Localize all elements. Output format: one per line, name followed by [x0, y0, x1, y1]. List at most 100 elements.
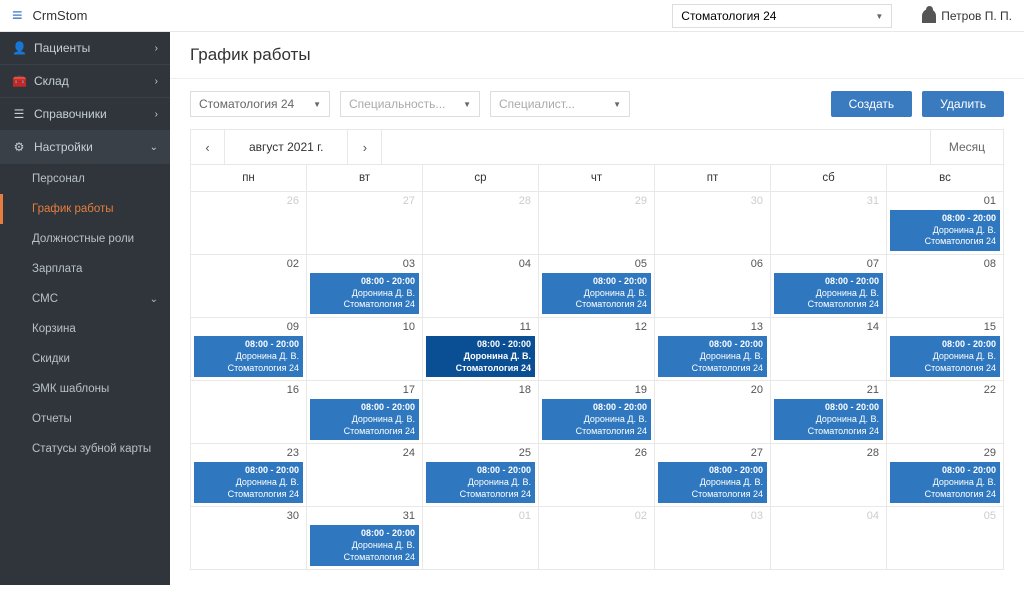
cal-cell[interactable]: 08	[887, 255, 1003, 318]
filter-specialist-select[interactable]: Специалист...	[490, 91, 630, 117]
cal-cell[interactable]: 03	[655, 507, 771, 570]
cal-event[interactable]: 08:00 - 20:00Доронина Д. В.Стоматология …	[310, 525, 419, 566]
sidebar-item-patients[interactable]: 👤 Пациенты ›	[0, 32, 170, 65]
cal-cell[interactable]: 02	[191, 255, 307, 318]
cal-day-number: 03	[310, 258, 419, 272]
cal-cell[interactable]: 30	[655, 192, 771, 255]
cal-cell[interactable]: 0908:00 - 20:00Доронина Д. В.Стоматологи…	[191, 318, 307, 381]
cal-cell[interactable]: 24	[307, 444, 423, 507]
cal-day-number: 27	[310, 195, 419, 209]
cal-cell[interactable]: 2708:00 - 20:00Доронина Д. В.Стоматологи…	[655, 444, 771, 507]
cal-cell[interactable]: 1308:00 - 20:00Доронина Д. В.Стоматологи…	[655, 318, 771, 381]
filter-speciality-select[interactable]: Специальность...	[340, 91, 480, 117]
cal-day-number: 07	[774, 258, 883, 272]
cal-event[interactable]: 08:00 - 20:00Доронина Д. В.Стоматология …	[194, 336, 303, 377]
cal-cell[interactable]: 0708:00 - 20:00Доронина Д. В.Стоматологи…	[771, 255, 887, 318]
cal-event[interactable]: 08:00 - 20:00Доронина Д. В.Стоматология …	[890, 210, 1000, 251]
sidebar-sub-roles[interactable]: Должностные роли	[0, 224, 170, 254]
cal-cell[interactable]: 29	[539, 192, 655, 255]
cal-cell[interactable]: 1908:00 - 20:00Доронина Д. В.Стоматологи…	[539, 381, 655, 444]
cal-cell[interactable]: 01	[423, 507, 539, 570]
sidebar-item-directories[interactable]: ☰ Справочники ›	[0, 98, 170, 131]
cal-view-tab-month[interactable]: Месяц	[930, 130, 1003, 164]
cal-event[interactable]: 08:00 - 20:00Доронина Д. В.Стоматология …	[774, 273, 883, 314]
cal-cell[interactable]: 12	[539, 318, 655, 381]
sidebar-sub-schedule[interactable]: График работы	[0, 194, 170, 224]
menu-toggle-icon[interactable]: ≡	[12, 5, 23, 26]
cal-cell[interactable]: 14	[771, 318, 887, 381]
cal-cell[interactable]: 1508:00 - 20:00Доронина Д. В.Стоматологи…	[887, 318, 1003, 381]
cal-cell[interactable]: 02	[539, 507, 655, 570]
cal-cell[interactable]: 0108:00 - 20:00Доронина Д. В.Стоматологи…	[887, 192, 1003, 255]
filter-branch-select[interactable]: Стоматология 24	[190, 91, 330, 117]
cal-event[interactable]: 08:00 - 20:00Доронина Д. В.Стоматология …	[890, 462, 1000, 503]
cal-month-label: август 2021 г.	[225, 130, 348, 164]
cal-weekday: вс	[887, 165, 1003, 191]
cal-cell[interactable]: 28	[423, 192, 539, 255]
create-button[interactable]: Создать	[831, 91, 913, 117]
cal-next-button[interactable]: ›	[348, 130, 382, 164]
cal-cell[interactable]: 2908:00 - 20:00Доронина Д. В.Стоматологи…	[887, 444, 1003, 507]
cal-event[interactable]: 08:00 - 20:00Доронина Д. В.Стоматология …	[774, 399, 883, 440]
cal-cell[interactable]: 06	[655, 255, 771, 318]
sidebar-sub-salary[interactable]: Зарплата	[0, 254, 170, 284]
cal-cell[interactable]: 28	[771, 444, 887, 507]
cal-event[interactable]: 08:00 - 20:00Доронина Д. В.Стоматология …	[310, 273, 419, 314]
cal-weekday: сб	[771, 165, 887, 191]
cal-event[interactable]: 08:00 - 20:00Доронина Д. В.Стоматология …	[542, 273, 651, 314]
cal-event[interactable]: 08:00 - 20:00Доронина Д. В.Стоматология …	[426, 462, 535, 503]
cal-day-number: 18	[426, 384, 535, 398]
cal-event[interactable]: 08:00 - 20:00Доронина Д. В.Стоматология …	[194, 462, 303, 503]
cal-cell[interactable]: 04	[423, 255, 539, 318]
cal-cell[interactable]: 18	[423, 381, 539, 444]
cal-prev-button[interactable]: ‹	[191, 130, 225, 164]
cal-event[interactable]: 08:00 - 20:00Доронина Д. В.Стоматология …	[426, 336, 535, 377]
cal-cell[interactable]: 26	[191, 192, 307, 255]
cal-cell[interactable]: 31	[771, 192, 887, 255]
cal-cell[interactable]: 10	[307, 318, 423, 381]
sidebar-sub-emk[interactable]: ЭМК шаблоны	[0, 374, 170, 404]
cal-day-number: 05	[890, 510, 1000, 524]
cal-cell[interactable]: 0308:00 - 20:00Доронина Д. В.Стоматологи…	[307, 255, 423, 318]
cal-cell[interactable]: 05	[887, 507, 1003, 570]
sidebar-sub-trash[interactable]: Корзина	[0, 314, 170, 344]
sidebar-item-label: Настройки	[34, 140, 93, 154]
cal-event[interactable]: 08:00 - 20:00Доронина Д. В.Стоматология …	[310, 399, 419, 440]
cal-cell[interactable]: 1108:00 - 20:00Доронина Д. В.Стоматологи…	[423, 318, 539, 381]
cal-cell[interactable]: 0508:00 - 20:00Доронина Д. В.Стоматологи…	[539, 255, 655, 318]
user-display[interactable]: Петров П. П.	[922, 9, 1012, 23]
cal-cell[interactable]: 2108:00 - 20:00Доронина Д. В.Стоматологи…	[771, 381, 887, 444]
cal-day-number: 15	[890, 321, 1000, 335]
cal-cell[interactable]: 2308:00 - 20:00Доронина Д. В.Стоматологи…	[191, 444, 307, 507]
app-title: CrmStom	[33, 8, 88, 23]
cal-cell[interactable]: 30	[191, 507, 307, 570]
sidebar-sub-tooth-statuses[interactable]: Статусы зубной карты	[0, 434, 170, 464]
cal-cell[interactable]: 27	[307, 192, 423, 255]
cal-cell[interactable]: 16	[191, 381, 307, 444]
cal-cell[interactable]: 26	[539, 444, 655, 507]
cal-event[interactable]: 08:00 - 20:00Доронина Д. В.Стоматология …	[542, 399, 651, 440]
sidebar-sub-personnel[interactable]: Персонал	[0, 164, 170, 194]
sidebar-item-settings[interactable]: ⚙ Настройки ⌄	[0, 131, 170, 164]
sidebar-sub-reports[interactable]: Отчеты	[0, 404, 170, 434]
sidebar-sub-discounts[interactable]: Скидки	[0, 344, 170, 374]
delete-button[interactable]: Удалить	[922, 91, 1004, 117]
cal-cell[interactable]: 20	[655, 381, 771, 444]
cal-event[interactable]: 08:00 - 20:00Доронина Д. В.Стоматология …	[658, 462, 767, 503]
sidebar-sub-sms[interactable]: СМС⌄	[0, 284, 170, 314]
page-title: График работы	[170, 32, 1024, 79]
cal-cell[interactable]: 3108:00 - 20:00Доронина Д. В.Стоматологи…	[307, 507, 423, 570]
cal-cell[interactable]: 22	[887, 381, 1003, 444]
cal-cell[interactable]: 1708:00 - 20:00Доронина Д. В.Стоматологи…	[307, 381, 423, 444]
sidebar-item-label: Пациенты	[34, 41, 90, 55]
cal-day-number: 05	[542, 258, 651, 272]
cal-cell[interactable]: 04	[771, 507, 887, 570]
cal-day-number: 08	[890, 258, 1000, 272]
cal-event[interactable]: 08:00 - 20:00Доронина Д. В.Стоматология …	[890, 336, 1000, 377]
cal-day-number: 04	[774, 510, 883, 524]
cal-day-number: 28	[426, 195, 535, 209]
cal-cell[interactable]: 2508:00 - 20:00Доронина Д. В.Стоматологи…	[423, 444, 539, 507]
branch-top-select[interactable]: Стоматология 24	[672, 4, 892, 28]
cal-event[interactable]: 08:00 - 20:00Доронина Д. В.Стоматология …	[658, 336, 767, 377]
sidebar-item-warehouse[interactable]: 🧰 Склад ›	[0, 65, 170, 98]
